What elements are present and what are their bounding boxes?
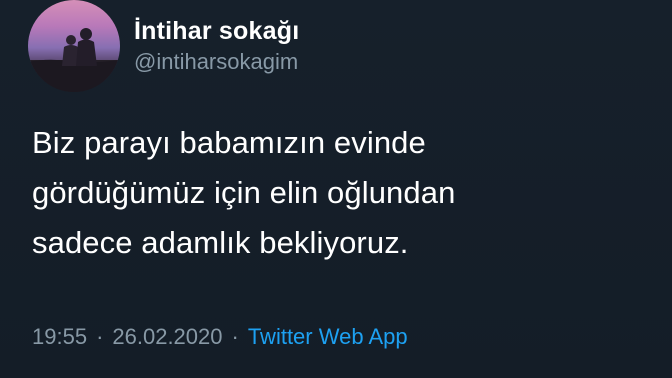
tweet-time[interactable]: 19:55 [32,324,87,349]
tweet-card: İntihar sokağı @intiharsokagim Biz paray… [0,0,672,378]
meta-separator: · [96,324,104,349]
tweet-text-line: Biz parayı babamızın evinde [32,125,426,160]
avatar[interactable] [28,0,120,92]
user-handle[interactable]: @intiharsokagim [134,48,299,76]
user-info: İntihar sokağı @intiharsokagim [134,16,299,76]
tweet-date[interactable]: 26.02.2020 [112,324,222,349]
display-name[interactable]: İntihar sokağı [134,16,299,46]
tweet-header: İntihar sokağı @intiharsokagim [28,0,299,92]
tweet-text-line: gördüğümüz için elin oğlundan [32,175,456,210]
tweet-source-link[interactable]: Twitter Web App [248,324,408,349]
tweet-text: Biz parayı babamızın evinde gördüğümüz i… [32,118,652,268]
avatar-image [28,28,120,92]
tweet-text-line: sadece adamlık bekliyoruz. [32,225,409,260]
meta-separator: · [231,324,239,349]
tweet-metadata: 19:55 · 26.02.2020 · Twitter Web App [32,322,408,352]
